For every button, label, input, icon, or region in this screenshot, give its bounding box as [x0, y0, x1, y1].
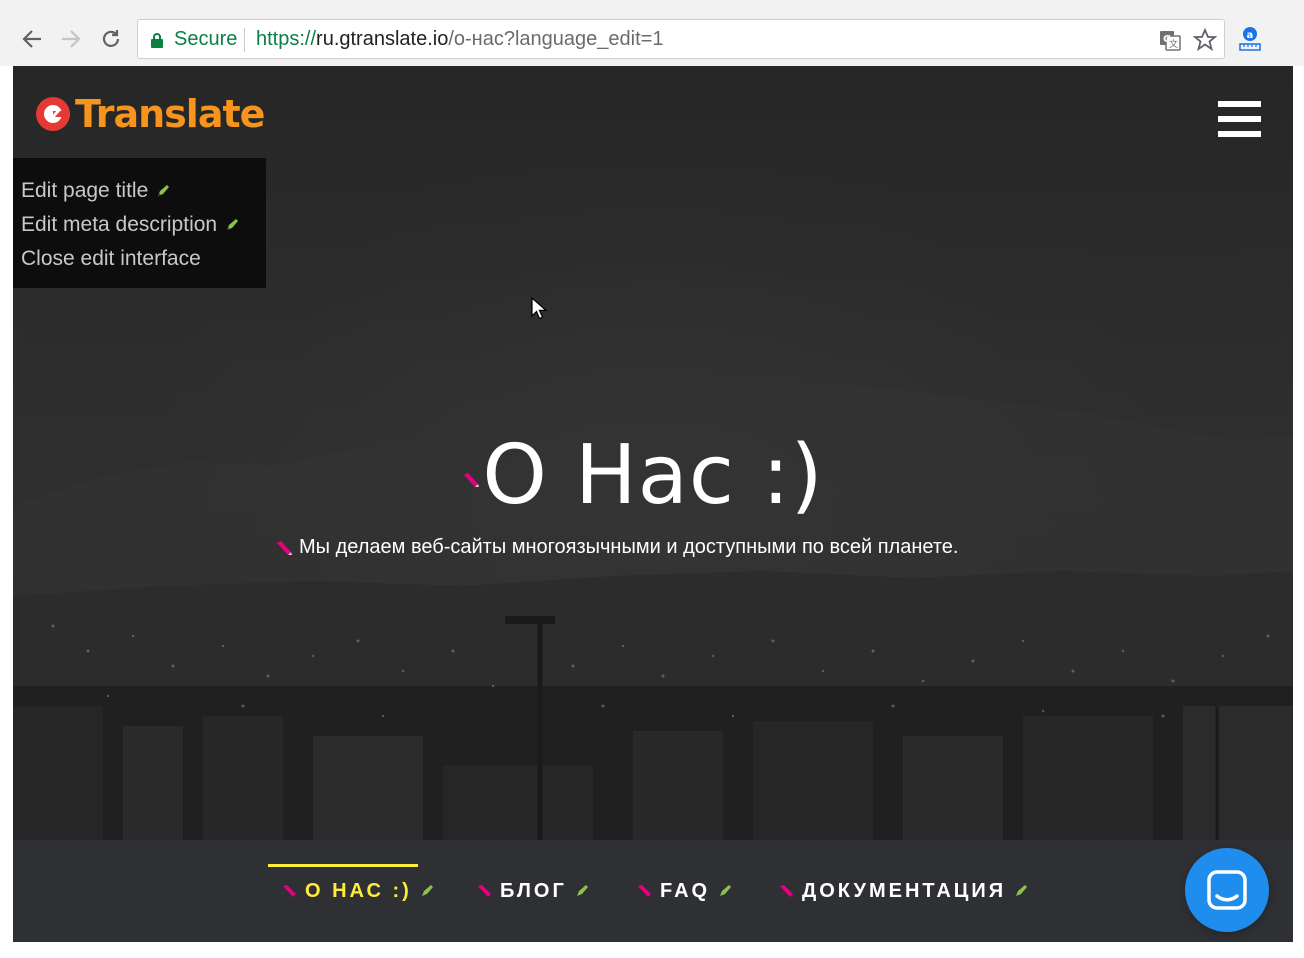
nav-item-documentation[interactable]: ДОКУМЕНТАЦИЯ — [778, 876, 1028, 906]
secure-label: Secure — [174, 28, 238, 50]
forward-arrow-icon[interactable] — [57, 25, 85, 53]
hero-title-wrap: О Нас :) — [13, 428, 1293, 523]
chat-icon — [1207, 870, 1247, 910]
edit-interface-panel: Edit page title Edit meta description Cl… — [13, 158, 266, 288]
nav-item-faq[interactable]: FAQ — [636, 876, 732, 906]
browser-toolbar: Secure https://ru.gtranslate.io/о-нас?la… — [0, 0, 1304, 66]
pink-pencil-icon — [780, 885, 793, 897]
nav-item-label: БЛОГ — [500, 879, 567, 902]
bottom-navigation: О НАС :) БЛОГ FAQ ДОКУМЕНТАЦИЯ — [13, 840, 1293, 942]
translate-icon[interactable]: G 文 — [1158, 28, 1182, 52]
edit-subtitle-pencil-icon[interactable] — [275, 540, 293, 556]
logo-text: Translate — [75, 92, 265, 136]
green-pencil-icon — [421, 885, 433, 896]
logo-g-icon — [36, 97, 70, 131]
pink-pencil-icon — [478, 885, 491, 897]
svg-text:a: a — [1247, 30, 1254, 41]
edit-page-title-link[interactable]: Edit page title — [21, 174, 266, 208]
nav-item-blog[interactable]: БЛОГ — [476, 876, 589, 906]
edit-item-label: Edit page title — [21, 179, 149, 202]
reload-icon[interactable] — [97, 25, 125, 53]
chat-launcher-button[interactable] — [1185, 848, 1269, 932]
url-text[interactable]: https://ru.gtranslate.io/о-нас?language_… — [256, 28, 663, 51]
mouse-cursor-icon — [531, 297, 547, 320]
pencil-icon — [227, 219, 239, 230]
hero-subtitle-wrap: Мы делаем веб-сайты многоязычными и дост… — [275, 536, 958, 559]
edit-item-label: Edit meta description — [21, 213, 218, 236]
hero-section: Translate Edit page title Edit meta desc… — [13, 66, 1293, 840]
nav-item-label: FAQ — [660, 879, 711, 902]
bookmark-star-icon[interactable] — [1193, 28, 1217, 52]
green-pencil-icon — [720, 885, 732, 896]
gtranslate-logo[interactable]: Translate — [33, 92, 265, 136]
url-host: ru.gtranslate.io — [316, 28, 449, 50]
page-subtitle: Мы делаем веб-сайты многоязычными и дост… — [299, 536, 959, 558]
extension-icon[interactable]: a — [1236, 25, 1264, 53]
omnibox-divider — [244, 28, 245, 52]
page-title: О Нас :) — [482, 428, 824, 523]
pink-pencil-icon — [283, 885, 296, 897]
svg-text:文: 文 — [1169, 38, 1178, 50]
menu-hamburger-icon[interactable] — [1218, 101, 1261, 137]
lock-icon — [151, 33, 163, 48]
nav-item-label: О НАС :) — [305, 879, 412, 902]
url-scheme: https:// — [256, 28, 317, 50]
url-path: /о-нас?language_edit=1 — [448, 28, 664, 50]
green-pencil-icon — [1016, 885, 1028, 896]
nav-item-about[interactable]: О НАС :) — [281, 876, 434, 906]
active-nav-underline — [268, 864, 418, 867]
pencil-icon — [158, 185, 170, 196]
back-arrow-icon[interactable] — [18, 25, 46, 53]
close-edit-interface-link[interactable]: Close edit interface — [21, 242, 266, 276]
green-pencil-icon — [576, 885, 588, 896]
edit-meta-description-link[interactable]: Edit meta description — [21, 208, 266, 242]
web-page: Translate Edit page title Edit meta desc… — [13, 66, 1293, 942]
pink-pencil-icon — [638, 885, 651, 897]
nav-item-label: ДОКУМЕНТАЦИЯ — [802, 879, 1007, 902]
address-bar[interactable]: Secure https://ru.gtranslate.io/о-нас?la… — [137, 19, 1225, 59]
edit-item-label: Close edit interface — [21, 247, 201, 270]
